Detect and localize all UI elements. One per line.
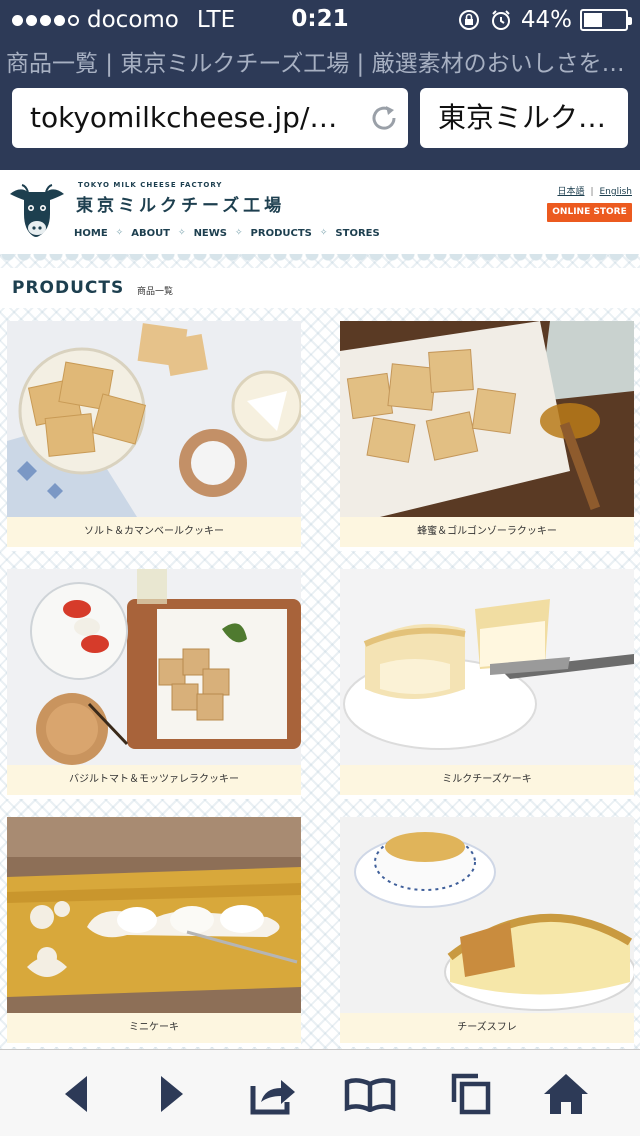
address-bar[interactable]: tokyomilkcheese.jp/pr…: [12, 88, 408, 148]
product-photo[interactable]: [7, 321, 301, 517]
browser-toolbar: [0, 1049, 640, 1136]
battery-icon: [580, 9, 632, 31]
carrier-name: docomo: [87, 7, 179, 33]
product-photo[interactable]: [340, 321, 634, 517]
forward-icon: [161, 1076, 183, 1112]
product-card[interactable]: ミルクチーズケーキ: [340, 569, 634, 799]
online-store-button[interactable]: ONLINE STORE: [547, 203, 632, 222]
nav-separator-icon: ✧: [235, 228, 243, 238]
product-name[interactable]: 蜂蜜＆ゴルゴンゾーラクッキー: [340, 517, 634, 547]
lang-japanese-link[interactable]: 日本語: [557, 187, 584, 197]
product-photo[interactable]: [340, 569, 634, 765]
forward-button[interactable]: [144, 1070, 200, 1118]
products-heading: PRODUCTS 商品一覧: [0, 268, 640, 308]
nav-separator-icon: ✧: [115, 228, 124, 238]
language-switch: 日本語 | English: [557, 184, 632, 197]
product-name[interactable]: チーズスフレ: [340, 1013, 634, 1043]
tab-button[interactable]: 東京ミルク…: [420, 88, 628, 148]
lang-separator: |: [590, 187, 594, 197]
nav-home[interactable]: HOME: [74, 228, 108, 239]
product-name[interactable]: ミルクチーズケーキ: [340, 765, 634, 795]
back-button[interactable]: [48, 1070, 104, 1118]
home-button[interactable]: [538, 1070, 594, 1118]
product-card[interactable]: チーズスフレ: [340, 817, 634, 1047]
alarm-icon: [491, 10, 510, 30]
status-bar: docomo LTE 0:21 44%: [0, 0, 640, 40]
signal-strength-icon: [12, 14, 79, 26]
brand-name-en: TOKYO MILK CHEESE FACTORY: [78, 181, 223, 189]
battery-percent: 44%: [520, 7, 572, 33]
reload-icon[interactable]: [368, 102, 400, 134]
products-subtitle: 商品一覧: [137, 287, 174, 297]
nav-separator-icon: ✧: [178, 228, 186, 238]
nav-stores[interactable]: STORES: [335, 228, 379, 239]
site-nav: HOME ✧ ABOUT ✧ NEWS ✧ PRODUCTS ✧ STORES: [74, 228, 380, 239]
cow-logo-icon[interactable]: [6, 180, 68, 240]
product-card[interactable]: 蜂蜜＆ゴルゴンゾーラクッキー: [340, 321, 634, 551]
nav-about[interactable]: ABOUT: [131, 228, 170, 239]
share-button[interactable]: [244, 1070, 300, 1118]
network-type: LTE: [196, 7, 236, 33]
page-title[interactable]: 商品一覧 | 東京ミルクチーズ工場 | 厳選素材のおいしさを…: [0, 44, 640, 84]
brand-name-jp[interactable]: 東京ミルクチーズ工場: [76, 191, 285, 216]
products-title: PRODUCTS: [12, 278, 125, 298]
nav-news[interactable]: NEWS: [194, 228, 227, 239]
product-photo[interactable]: [7, 569, 301, 765]
site-header: TOKYO MILK CHEESE FACTORY 東京ミルクチーズ工場 HOM…: [0, 170, 640, 254]
back-icon: [65, 1076, 87, 1112]
product-name[interactable]: ミニケーキ: [7, 1013, 301, 1043]
product-name[interactable]: ソルト＆カマンベールクッキー: [7, 517, 301, 547]
product-card[interactable]: ミニケーキ: [7, 817, 301, 1047]
share-icon: [250, 1080, 295, 1115]
browser-top-bar: docomo LTE 0:21 44% 商品一覧 | 東京ミルクチーズ工場 | …: [0, 0, 640, 170]
product-photo[interactable]: [340, 817, 634, 1013]
product-card[interactable]: ソルト＆カマンベールクッキー: [7, 321, 301, 551]
bookmarks-button[interactable]: [342, 1070, 398, 1118]
tabs-icon: [451, 1073, 491, 1115]
lace-border: [0, 254, 640, 268]
products-section: PRODUCTS 商品一覧 ソルト＆カマンベールクッキー 蜂蜜＆ゴルゴンゾーラク…: [0, 254, 640, 1049]
bookmarks-icon: [344, 1078, 396, 1112]
home-icon: [544, 1074, 588, 1114]
nav-products[interactable]: PRODUCTS: [251, 228, 312, 239]
tabs-button[interactable]: [442, 1070, 498, 1118]
url-text: tokyomilkcheese.jp/pr…: [30, 101, 367, 134]
nav-separator-icon: ✧: [319, 228, 328, 238]
lang-english-link[interactable]: English: [600, 187, 633, 197]
product-photo[interactable]: [7, 817, 301, 1013]
product-card[interactable]: バジルトマト＆モッツァレラクッキー: [7, 569, 301, 799]
product-name[interactable]: バジルトマト＆モッツァレラクッキー: [7, 765, 301, 795]
rotation-lock-icon: [458, 10, 479, 30]
